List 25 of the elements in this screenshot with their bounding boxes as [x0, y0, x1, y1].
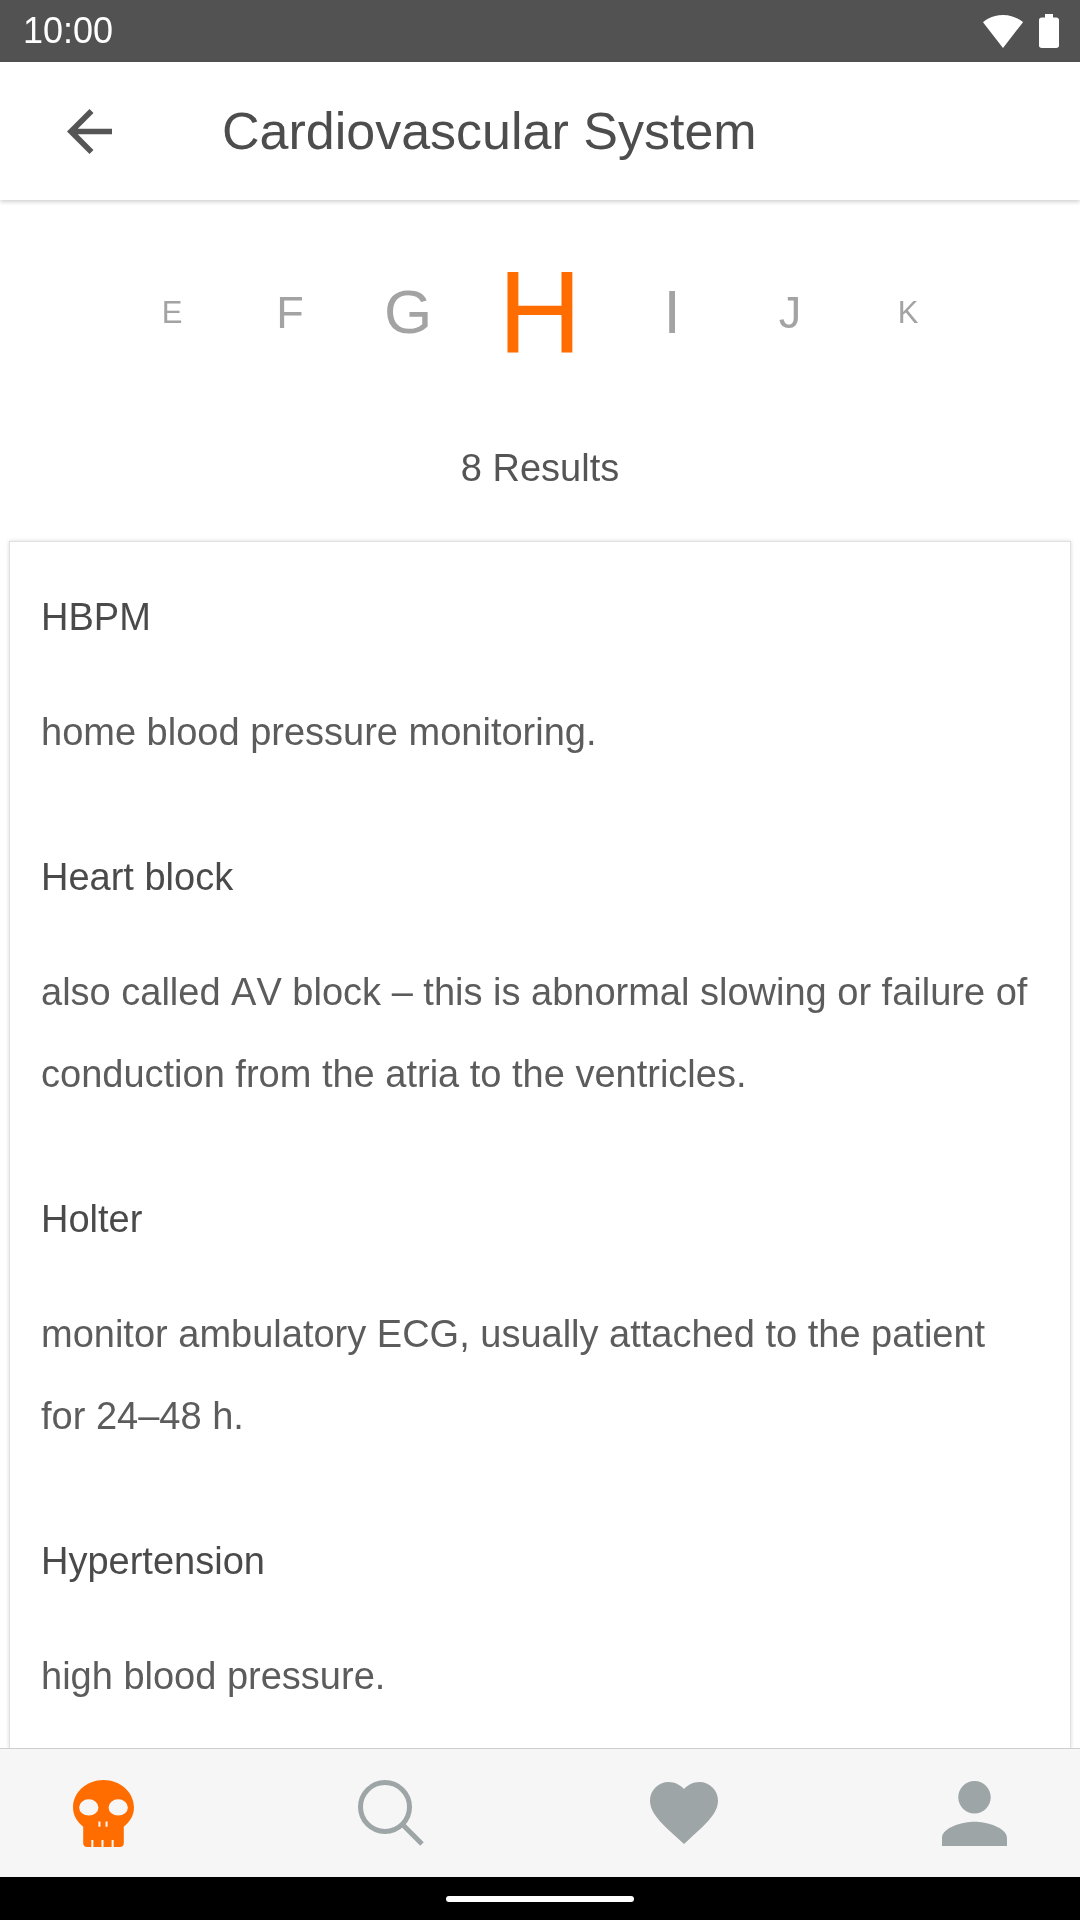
- term-title: Heart block: [41, 855, 235, 900]
- letter-tab[interactable]: H: [467, 254, 613, 370]
- wifi-icon: [983, 14, 1023, 48]
- letter-tab[interactable]: K: [849, 296, 967, 328]
- letter-tab[interactable]: E: [113, 296, 231, 328]
- term-title: HBPM: [41, 595, 152, 640]
- definition-text: monitor ambulatory ECG, usually attached to the patient for 24–48 h.: [41, 1312, 987, 1439]
- term-title: Hypertension: [41, 1539, 266, 1584]
- definition-text: home blood pressure monitoring.: [41, 710, 598, 755]
- skull-icon[interactable]: [73, 1779, 134, 1847]
- letter-tab[interactable]: J: [731, 289, 849, 335]
- back-arrow-icon[interactable]: [67, 108, 112, 154]
- definition-text: also called AV block – this is abnormal slowing or failure of conduction from the atria to the ventricles.: [41, 970, 1029, 1097]
- heart-icon[interactable]: [649, 1782, 718, 1844]
- letter-tab[interactable]: G: [349, 281, 467, 343]
- letter-tab[interactable]: F: [231, 289, 349, 335]
- person-icon[interactable]: [942, 1780, 1007, 1846]
- results-count: 8 Results: [460, 446, 620, 491]
- definition-text: high blood pressure.: [41, 1654, 387, 1699]
- letter-tab[interactable]: I: [613, 281, 731, 343]
- status-time: 10:00: [23, 13, 114, 49]
- home-indicator[interactable]: [446, 1895, 634, 1902]
- battery-icon: [1039, 14, 1059, 48]
- term-title: Holter: [41, 1197, 144, 1242]
- search-icon[interactable]: [358, 1779, 426, 1847]
